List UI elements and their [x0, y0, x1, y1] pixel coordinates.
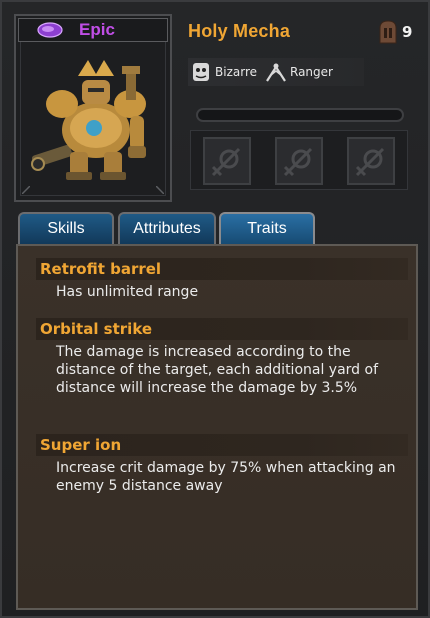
ranger-crossed-blades-icon — [266, 63, 286, 82]
hero-portrait-card[interactable]: Epic — [14, 14, 172, 202]
trait-name-bar: Super ion — [36, 434, 408, 456]
tab-attributes[interactable]: Attributes — [118, 212, 216, 244]
tag-ranger[interactable]: Ranger — [265, 61, 333, 83]
trait-super-ion: Super ion Increase crit damage by 75% wh… — [36, 434, 408, 495]
rarity-banner: Epic — [18, 18, 168, 42]
bizarre-mask-icon — [193, 63, 209, 81]
level-helmet-icon — [379, 20, 397, 44]
trait-description: Increase crit damage by 75% when attacki… — [56, 460, 396, 494]
tag-ranger-label: Ranger — [290, 65, 333, 79]
equipment-slot-3[interactable] — [347, 137, 395, 185]
tag-bizarre-label: Bizarre — [215, 65, 257, 79]
equipment-slot-1[interactable] — [203, 137, 251, 185]
hero-mecha-portrait — [31, 60, 146, 180]
trait-retrofit-barrel: Retrofit barrel Has unlimited range — [36, 258, 408, 301]
experience-bar — [196, 108, 404, 122]
locked-weapon-slot-icon — [211, 147, 241, 177]
tab-skills[interactable]: Skills — [18, 212, 114, 244]
trait-name-bar: Retrofit barrel — [36, 258, 408, 280]
trait-orbital-strike: Orbital strike The damage is increased a… — [36, 318, 408, 397]
hero-level-badge: 9 — [378, 19, 412, 45]
traits-panel: Retrofit barrel Has unlimited range Orbi… — [16, 244, 418, 610]
equipment-slot-2[interactable] — [275, 137, 323, 185]
trait-name-bar: Orbital strike — [36, 318, 408, 340]
trait-description: The damage is increased according to the… — [56, 344, 379, 396]
rarity-label: Epic — [79, 20, 115, 39]
trait-name: Orbital strike — [40, 320, 153, 338]
tag-bizarre[interactable]: Bizarre — [190, 61, 257, 83]
trait-name: Retrofit barrel — [40, 260, 162, 278]
locked-weapon-slot-icon — [355, 147, 385, 177]
corner-ornament-icon — [22, 186, 30, 194]
equipment-slots — [190, 130, 408, 190]
tab-traits[interactable]: Traits — [219, 212, 315, 244]
hero-level-value: 9 — [402, 23, 413, 41]
hero-name: Holy Mecha — [188, 21, 291, 41]
trait-name: Super ion — [40, 436, 122, 454]
hero-tags-bar: Bizarre Ranger — [188, 58, 364, 86]
epic-gem-icon — [37, 22, 63, 38]
trait-description: Has unlimited range — [56, 284, 199, 300]
corner-ornament-icon — [156, 186, 164, 194]
hero-detail-window: Epic Holy Mecha 9 Bizarre Ranger Skills … — [0, 0, 430, 618]
locked-weapon-slot-icon — [283, 147, 313, 177]
